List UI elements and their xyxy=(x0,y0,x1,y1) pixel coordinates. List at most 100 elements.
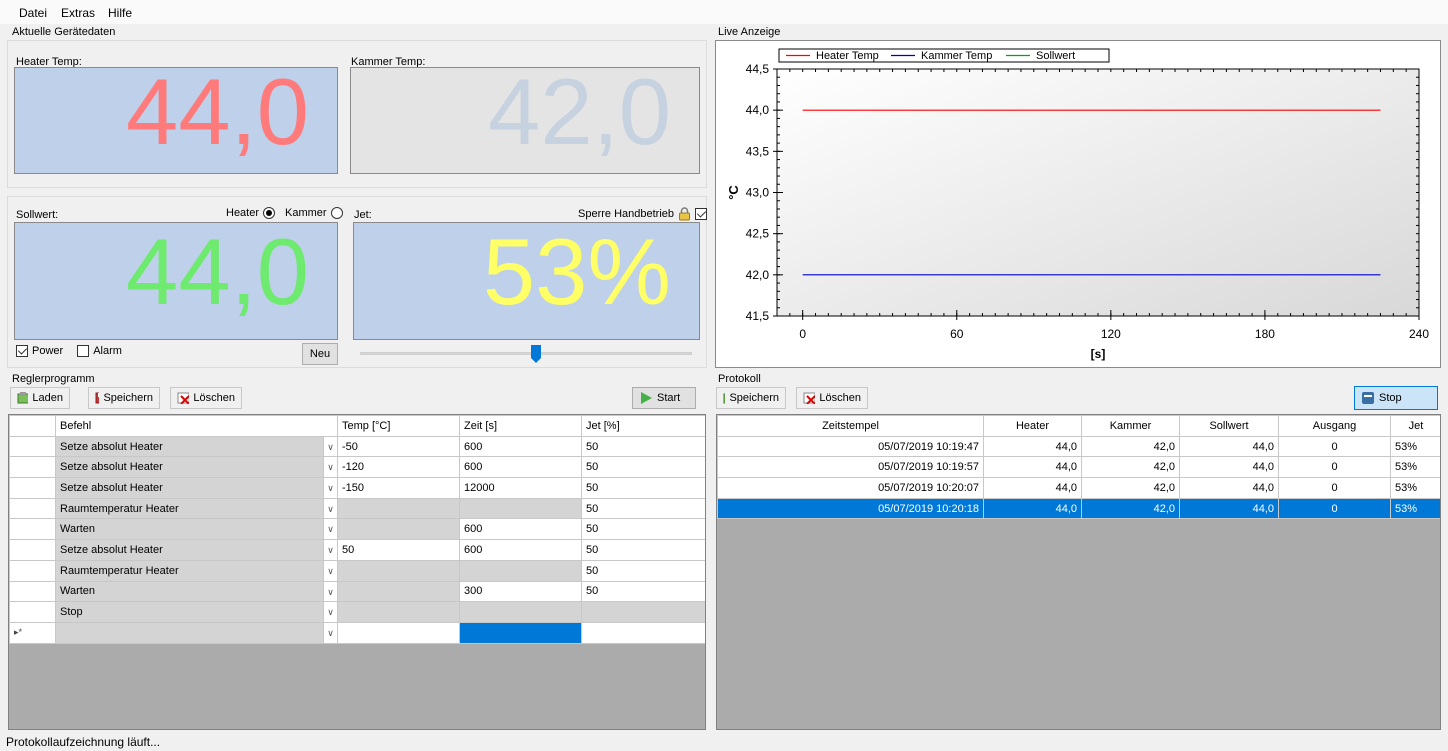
jet-cell[interactable]: 50 xyxy=(581,435,705,458)
row-header[interactable] xyxy=(9,435,56,458)
row-header[interactable] xyxy=(9,539,56,561)
regler-loeschen-button[interactable]: Löschen xyxy=(170,387,242,409)
chevron-down-icon[interactable]: ∨ xyxy=(323,457,337,477)
table-row[interactable]: Stop ∨ xyxy=(9,601,705,623)
table-row[interactable]: Setze absolut Heater ∨ -120 600 50 xyxy=(9,456,705,479)
chevron-down-icon[interactable]: ∨ xyxy=(323,437,337,456)
alarm-checkbox[interactable] xyxy=(77,345,90,357)
new-row[interactable]: ▸* ∨ xyxy=(9,621,705,644)
temp-cell[interactable]: 50 xyxy=(337,539,460,561)
column-header-sollwert[interactable]: Sollwert xyxy=(1179,415,1279,437)
row-header[interactable] xyxy=(9,601,56,623)
befehl-combo[interactable]: ∨ xyxy=(55,621,338,644)
power-checkbox[interactable] xyxy=(16,345,28,357)
temp-cell[interactable] xyxy=(337,621,460,644)
jet-cell[interactable]: 50 xyxy=(581,477,705,499)
chevron-down-icon[interactable]: ∨ xyxy=(323,602,337,622)
chevron-down-icon[interactable]: ∨ xyxy=(323,499,337,518)
zeit-cell[interactable]: 600 xyxy=(459,435,582,458)
zeit-cell[interactable]: 600 xyxy=(459,539,582,561)
table-row[interactable]: 05/07/2019 10:19:47 44,0 42,0 44,0 0 53% xyxy=(717,435,1440,458)
table-row[interactable]: Warten ∨ 600 50 xyxy=(9,518,705,541)
sperre-checkbox[interactable] xyxy=(695,208,708,220)
jet-cell[interactable]: 50 xyxy=(581,539,705,561)
befehl-combo[interactable]: Raumtemperatur Heater ∨ xyxy=(55,559,338,582)
table-row[interactable]: 05/07/2019 10:20:18 44,0 42,0 44,0 0 53% xyxy=(717,497,1440,520)
new-row-marker[interactable]: ▸* xyxy=(9,621,56,644)
temp-cell[interactable] xyxy=(337,580,460,603)
row-header[interactable] xyxy=(9,580,56,603)
temp-cell[interactable]: -120 xyxy=(337,456,460,479)
neu-button[interactable]: Neu xyxy=(302,343,338,365)
table-row[interactable]: Setze absolut Heater ∨ -150 12000 50 xyxy=(9,477,705,499)
chevron-down-icon[interactable]: ∨ xyxy=(323,540,337,560)
befehl-combo[interactable]: Warten ∨ xyxy=(55,518,338,541)
befehl-combo[interactable]: Warten ∨ xyxy=(55,580,338,603)
jet-cell[interactable] xyxy=(581,601,705,623)
zeit-cell[interactable]: 12000 xyxy=(459,477,582,499)
temp-cell[interactable] xyxy=(337,518,460,541)
temp-cell[interactable] xyxy=(337,601,460,623)
jet-cell[interactable] xyxy=(581,621,705,644)
table-row[interactable]: Raumtemperatur Heater ∨ 50 xyxy=(9,559,705,582)
row-header[interactable] xyxy=(9,518,56,541)
jet-slider-track[interactable] xyxy=(360,352,692,355)
row-header[interactable] xyxy=(9,456,56,479)
temp-cell[interactable]: -50 xyxy=(337,435,460,458)
regler-speichern-button[interactable]: Speichern xyxy=(88,387,160,409)
zeit-cell[interactable]: 600 xyxy=(459,518,582,541)
column-header-zeit[interactable]: Zeit [s] xyxy=(459,415,582,437)
befehl-combo[interactable]: Stop ∨ xyxy=(55,601,338,623)
radio-kammer[interactable] xyxy=(330,207,343,219)
befehl-combo[interactable]: Setze absolut Heater ∨ xyxy=(55,456,338,479)
temp-cell[interactable] xyxy=(337,497,460,520)
temp-cell[interactable] xyxy=(337,559,460,582)
chevron-down-icon[interactable]: ∨ xyxy=(323,581,337,601)
menu-datei[interactable]: Datei xyxy=(19,6,47,20)
table-row[interactable]: Setze absolut Heater ∨ -50 600 50 xyxy=(9,435,705,458)
jet-cell[interactable]: 50 xyxy=(581,456,705,479)
jet-cell[interactable]: 50 xyxy=(581,559,705,582)
befehl-combo[interactable]: Setze absolut Heater ∨ xyxy=(55,539,338,561)
column-header-befehl[interactable]: Befehl xyxy=(55,415,338,437)
zeit-cell[interactable] xyxy=(459,601,582,623)
row-header[interactable] xyxy=(9,477,56,499)
column-header-temp[interactable]: Temp [°C] xyxy=(337,415,460,437)
column-header-kammer[interactable]: Kammer xyxy=(1081,415,1180,437)
befehl-combo[interactable]: Raumtemperatur Heater ∨ xyxy=(55,497,338,520)
column-header-jet[interactable]: Jet xyxy=(1390,415,1440,437)
menu-extras[interactable]: Extras xyxy=(61,6,95,20)
column-header-heater[interactable]: Heater xyxy=(983,415,1082,437)
jet-cell[interactable]: 50 xyxy=(581,580,705,603)
radio-heater[interactable] xyxy=(263,207,276,219)
menu-hilfe[interactable]: Hilfe xyxy=(108,6,132,20)
chevron-down-icon[interactable]: ∨ xyxy=(323,478,337,498)
column-header-jet[interactable]: Jet [%] xyxy=(581,415,705,437)
row-header[interactable] xyxy=(9,559,56,582)
row-header[interactable] xyxy=(9,497,56,520)
column-header-ausgang[interactable]: Ausgang xyxy=(1278,415,1391,437)
table-row[interactable]: Warten ∨ 300 50 xyxy=(9,580,705,603)
chevron-down-icon[interactable]: ∨ xyxy=(323,623,337,643)
zeit-cell[interactable] xyxy=(459,559,582,582)
protokoll-speichern-button[interactable]: Speichern xyxy=(716,387,786,409)
befehl-combo[interactable]: Setze absolut Heater ∨ xyxy=(55,477,338,499)
jet-cell[interactable]: 50 xyxy=(581,497,705,520)
befehl-combo[interactable]: Setze absolut Heater ∨ xyxy=(55,435,338,458)
table-row[interactable]: 05/07/2019 10:19:57 44,0 42,0 44,0 0 53% xyxy=(717,456,1440,479)
chevron-down-icon[interactable]: ∨ xyxy=(323,519,337,539)
zeit-cell[interactable]: 300 xyxy=(459,580,582,603)
laden-button[interactable]: Laden xyxy=(10,387,70,409)
temp-cell[interactable]: -150 xyxy=(337,477,460,499)
zeit-cell-selected[interactable] xyxy=(459,621,582,644)
jet-cell[interactable]: 50 xyxy=(581,518,705,541)
zeit-cell[interactable]: 600 xyxy=(459,456,582,479)
protokoll-loeschen-button[interactable]: Löschen xyxy=(796,387,868,409)
zeit-cell[interactable] xyxy=(459,497,582,520)
table-row[interactable]: Setze absolut Heater ∨ 50 600 50 xyxy=(9,539,705,561)
chevron-down-icon[interactable]: ∨ xyxy=(323,561,337,581)
table-row[interactable]: Raumtemperatur Heater ∨ 50 xyxy=(9,497,705,520)
table-row[interactable]: 05/07/2019 10:20:07 44,0 42,0 44,0 0 53% xyxy=(717,477,1440,499)
jet-slider-thumb[interactable] xyxy=(530,345,541,363)
start-button[interactable]: Start xyxy=(632,387,696,409)
